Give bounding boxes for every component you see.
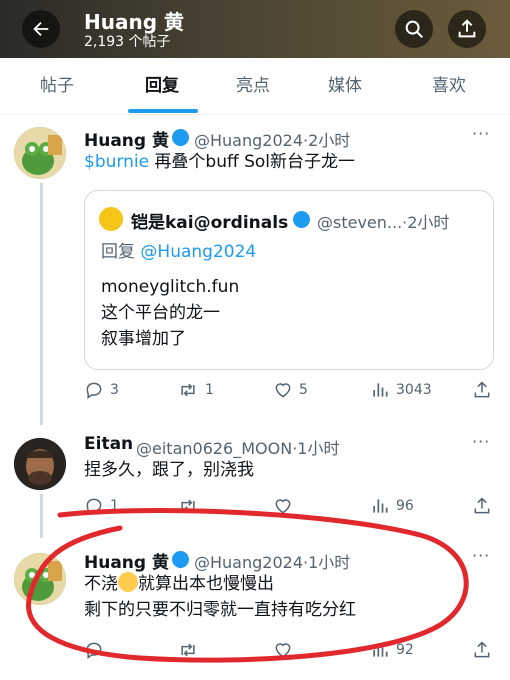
reply-button[interactable]: 3 bbox=[84, 380, 119, 400]
tweet-handle-time: @eitan0626_MOON·1小时 bbox=[136, 439, 340, 458]
repost-icon bbox=[181, 643, 195, 657]
tab-posts[interactable]: 帖子 bbox=[40, 58, 74, 114]
cashtag-link[interactable]: $burnie bbox=[84, 152, 149, 172]
like-button[interactable] bbox=[273, 496, 293, 516]
reply-button[interactable] bbox=[84, 640, 104, 660]
heart-icon bbox=[275, 383, 291, 398]
avatar[interactable] bbox=[14, 553, 66, 605]
reply-count: 1 bbox=[110, 498, 119, 514]
share-icon bbox=[474, 497, 490, 514]
tab-media[interactable]: 媒体 bbox=[328, 58, 362, 114]
repost-count: 1 bbox=[205, 382, 214, 398]
views-button[interactable]: 92 bbox=[370, 640, 414, 660]
reply-button[interactable]: 1 bbox=[84, 496, 119, 516]
more-options-icon[interactable]: ··· bbox=[472, 546, 490, 565]
repost-icon bbox=[181, 499, 195, 513]
repost-button[interactable]: 1 bbox=[177, 380, 214, 400]
tweet-handle-time: @Huang2024·2小时 bbox=[194, 131, 351, 150]
heart-icon bbox=[275, 643, 291, 658]
quoted-tweet[interactable]: 铠是kai@ordinals @steven...·2小时 回复 @Huang2… bbox=[84, 190, 494, 370]
thread-line bbox=[40, 494, 43, 538]
views-count: 96 bbox=[396, 498, 414, 514]
like-button[interactable] bbox=[273, 640, 293, 660]
repost-button[interactable] bbox=[177, 496, 199, 516]
views-count: 92 bbox=[396, 642, 414, 658]
back-button[interactable] bbox=[22, 10, 60, 48]
avatar[interactable] bbox=[14, 127, 66, 179]
more-options-icon[interactable]: ··· bbox=[472, 432, 490, 451]
verified-badge-icon bbox=[293, 211, 310, 228]
quote-author: 铠是kai@ordinals bbox=[131, 213, 289, 233]
quote-line: 叙事增加了 bbox=[101, 329, 186, 349]
tweet-text: $burnie 再叠个buff Sol新台子龙一 bbox=[84, 152, 356, 172]
reply-icon bbox=[86, 498, 102, 515]
like-button[interactable]: 5 bbox=[273, 380, 308, 400]
views-icon bbox=[373, 383, 388, 397]
share-icon bbox=[458, 19, 476, 38]
views-button[interactable]: 3043 bbox=[370, 380, 432, 400]
tweet-handle-time: @Huang2024·1小时 bbox=[194, 553, 351, 572]
avatar[interactable] bbox=[14, 438, 66, 490]
like-count: 5 bbox=[299, 382, 308, 398]
reply-count: 3 bbox=[110, 382, 119, 398]
views-icon bbox=[373, 643, 388, 657]
quote-line: 这个平台的龙一 bbox=[101, 303, 220, 323]
share-profile-button[interactable] bbox=[448, 10, 486, 48]
active-tab-indicator bbox=[128, 109, 198, 113]
share-button[interactable] bbox=[472, 496, 492, 516]
tweet-author[interactable]: Eitan bbox=[84, 434, 133, 454]
post-count: 2,193 个帖子 bbox=[84, 34, 171, 50]
pepe-avatar-icon bbox=[14, 553, 66, 605]
tab-likes[interactable]: 喜欢 bbox=[432, 58, 466, 114]
views-icon bbox=[373, 499, 388, 513]
verified-badge-icon bbox=[172, 129, 189, 146]
portrait-avatar-icon bbox=[14, 438, 66, 490]
views-button[interactable]: 96 bbox=[370, 496, 414, 516]
tab-replies[interactable]: 回复 bbox=[145, 58, 179, 114]
pepe-avatar-icon bbox=[14, 127, 66, 179]
share-icon bbox=[474, 641, 490, 658]
tweet-text: 捏多久，跟了，别浇我 bbox=[84, 460, 254, 480]
tweet-author[interactable]: Huang 黄 bbox=[84, 126, 169, 151]
thread-line bbox=[40, 183, 43, 425]
tab-highlights[interactable]: 亮点 bbox=[236, 58, 270, 114]
back-arrow-icon bbox=[33, 21, 49, 37]
verified-badge-icon bbox=[172, 551, 189, 568]
reply-icon bbox=[86, 382, 102, 399]
repost-icon bbox=[181, 383, 195, 397]
share-button[interactable] bbox=[472, 640, 492, 660]
search-button[interactable] bbox=[395, 10, 433, 48]
tweet-text: 不浇 就算出本也慢慢出 bbox=[84, 572, 274, 594]
tweet-author[interactable]: Huang 黄 bbox=[84, 548, 169, 573]
share-icon bbox=[474, 381, 490, 398]
heart-icon bbox=[275, 499, 291, 514]
quote-line: moneyglitch.fun bbox=[101, 277, 240, 297]
reply-icon bbox=[86, 642, 102, 659]
tweet-text: 剩下的只要不归零就一直持有吃分红 bbox=[84, 600, 356, 620]
quote-reply-context: 回复 @Huang2024 bbox=[101, 242, 257, 262]
quote-avatar bbox=[99, 207, 123, 231]
more-options-icon[interactable]: ··· bbox=[472, 124, 490, 143]
share-button[interactable] bbox=[472, 380, 492, 400]
repost-button[interactable] bbox=[177, 640, 199, 660]
search-icon bbox=[405, 20, 423, 38]
quote-handle-time: @steven...·2小时 bbox=[317, 213, 450, 232]
profile-header: Huang 黄 2,193 个帖子 bbox=[0, 0, 510, 58]
profile-tabs: 帖子 回复 亮点 媒体 喜欢 bbox=[0, 58, 510, 115]
views-count: 3043 bbox=[396, 382, 432, 398]
rofl-emoji-icon bbox=[118, 572, 138, 592]
